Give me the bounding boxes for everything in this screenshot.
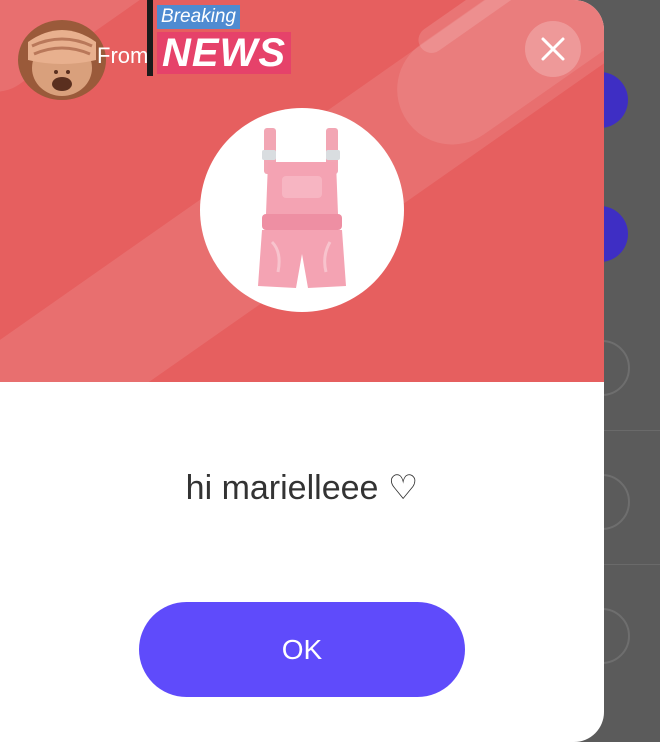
ok-button[interactable]: OK (139, 602, 465, 697)
background-divider (604, 430, 660, 431)
see-no-evil-monkey-icon (18, 20, 106, 100)
modal-hero: From Breaking NEWS (0, 0, 604, 382)
background-divider (604, 564, 660, 565)
modal-message: hi marielleee ♡ (185, 469, 419, 507)
sticker-news-label: NEWS (157, 32, 291, 74)
gift-modal: From Breaking NEWS hi marielleee ♡ OK (0, 0, 604, 742)
sticker-breaking-label: Breaking (157, 5, 240, 29)
item-image-circle (200, 108, 404, 312)
close-button[interactable] (525, 21, 581, 77)
sticker-bar (147, 0, 153, 76)
sender-prefix: From (97, 43, 149, 68)
pink-overalls-icon (258, 128, 346, 288)
close-icon (541, 37, 565, 61)
